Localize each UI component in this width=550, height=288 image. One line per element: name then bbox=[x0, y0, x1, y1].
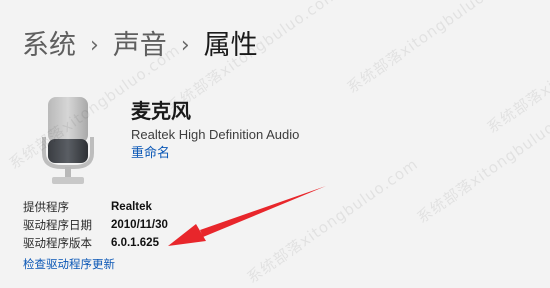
property-value-driver-version: 6.0.1.625 bbox=[111, 237, 159, 249]
property-row: 驱动程序版本 6.0.1.625 bbox=[23, 234, 168, 252]
watermark: 系统部落xitongbuluo.com bbox=[413, 94, 550, 227]
chevron-right-icon: › bbox=[180, 33, 190, 58]
device-description: Realtek High Definition Audio bbox=[131, 127, 300, 142]
property-label-provider: 提供程序 bbox=[23, 200, 69, 214]
property-row: 提供程序 Realtek bbox=[23, 198, 168, 216]
driver-properties: 提供程序 Realtek 驱动程序日期 2010/11/30 驱动程序版本 6.… bbox=[23, 198, 168, 252]
rename-link[interactable]: 重命名 bbox=[131, 145, 170, 163]
property-value-provider: Realtek bbox=[111, 201, 152, 213]
check-driver-update-link[interactable]: 检查驱动程序更新 bbox=[23, 256, 115, 272]
watermark: 系统部落xitongbuluo.com bbox=[243, 154, 422, 287]
watermark: 系统部落xitongbuluo.com bbox=[343, 0, 522, 97]
watermark: 系统部落xitongbuluo.com bbox=[483, 4, 550, 137]
property-label-driver-version: 驱动程序版本 bbox=[23, 236, 92, 250]
chevron-right-icon: › bbox=[90, 33, 99, 58]
property-row: 驱动程序日期 2010/11/30 bbox=[23, 216, 168, 234]
breadcrumb-system[interactable]: 系统 bbox=[22, 26, 76, 66]
property-label-driver-date: 驱动程序日期 bbox=[23, 218, 92, 232]
property-value-driver-date: 2010/11/30 bbox=[111, 219, 168, 231]
